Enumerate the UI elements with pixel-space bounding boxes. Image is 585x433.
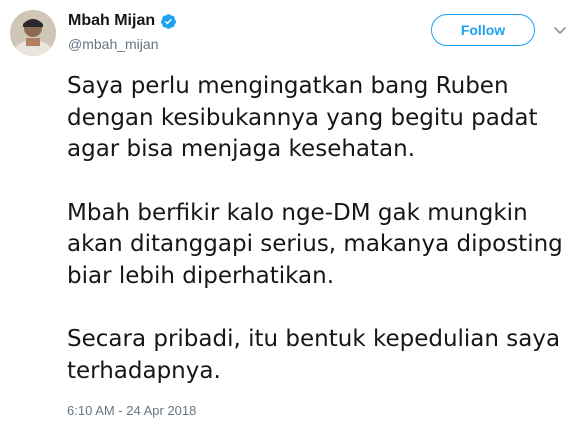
verified-badge-icon xyxy=(160,13,177,30)
tweet-paragraph: Mbah berfikir kalo nge-DM gak mungkin ak… xyxy=(67,199,563,289)
display-name[interactable]: Mbah Mijan xyxy=(68,11,155,31)
user-name-row: Mbah Mijan xyxy=(68,11,177,31)
tweet-timestamp[interactable]: 6:10 AM - 24 Apr 2018 xyxy=(67,403,196,419)
tweet-paragraph: Saya perlu mengingatkan bang Ruben denga… xyxy=(67,73,538,162)
tweet-paragraph: Secara pribadi, itu bentuk kepedulian sa… xyxy=(67,326,561,384)
follow-button[interactable]: Follow xyxy=(431,14,535,46)
chevron-down-icon[interactable] xyxy=(553,24,567,36)
user-handle[interactable]: @mbah_mijan xyxy=(68,35,158,53)
avatar-image xyxy=(10,10,56,56)
tweet-text: Saya perlu mengingatkan bang Ruben denga… xyxy=(67,71,572,387)
avatar[interactable] xyxy=(10,10,56,56)
tweet-card: Mbah Mijan @mbah_mijan Follow Saya perlu… xyxy=(0,0,585,433)
